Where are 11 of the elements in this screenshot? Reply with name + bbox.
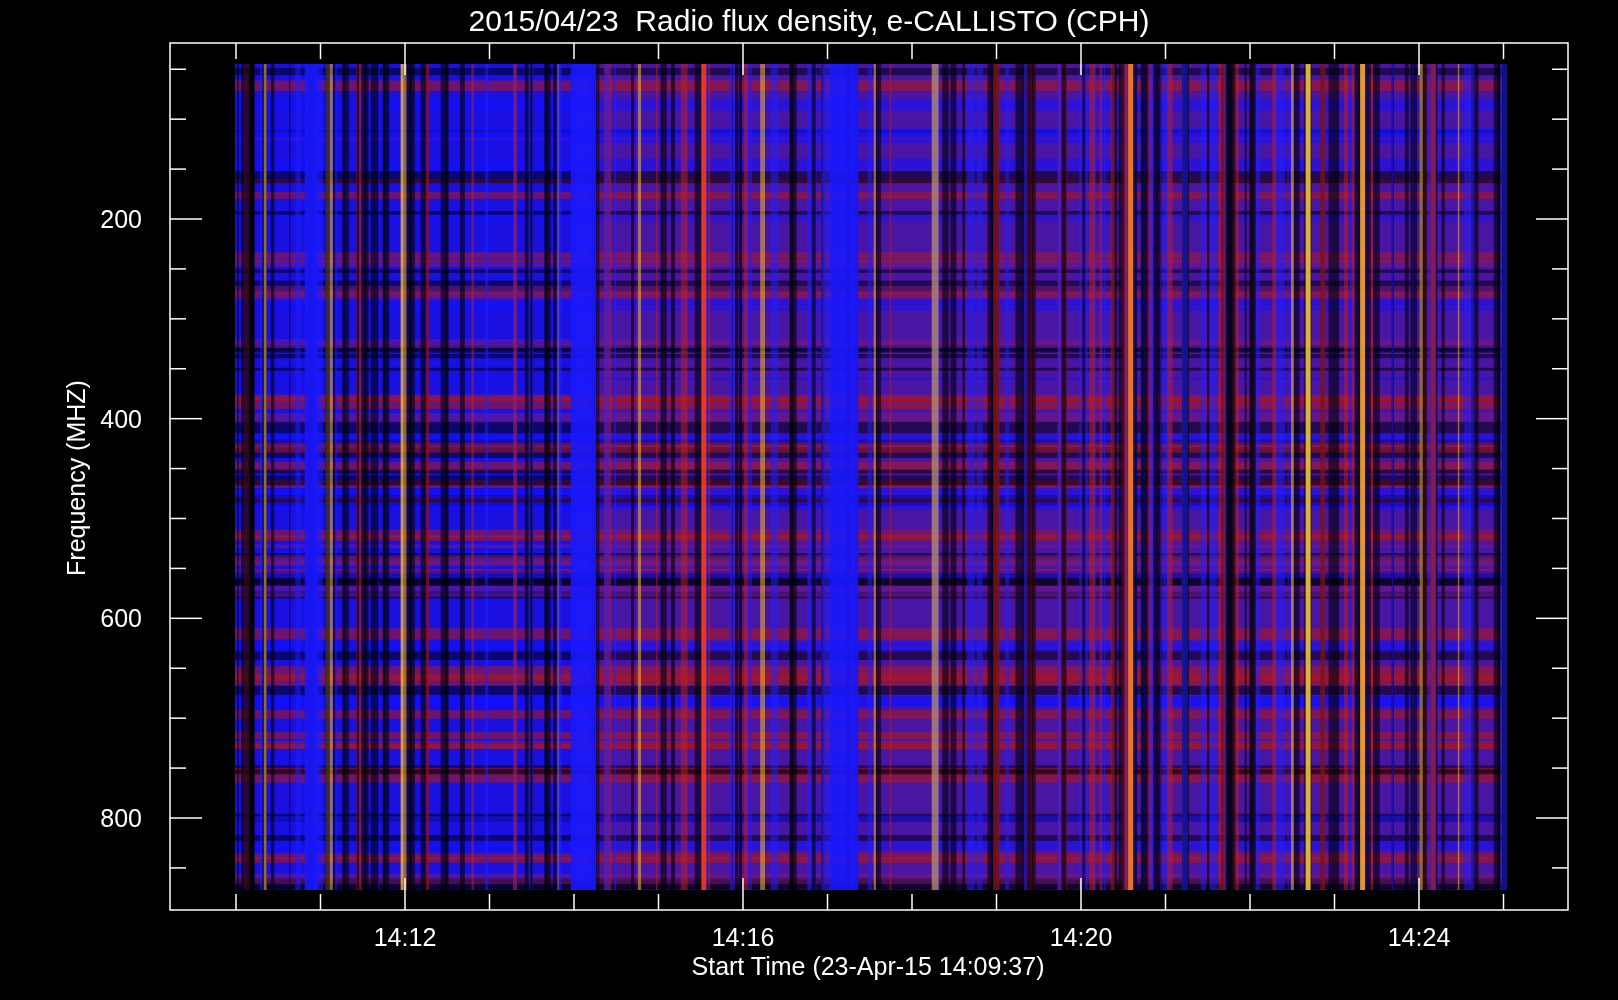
plot-title: 2015/04/23 Radio flux density, e-CALLISTO (CPH) — [468, 4, 1150, 37]
y-tick-label: 200 — [100, 205, 142, 233]
x-tick-label: 14:12 — [373, 923, 437, 951]
x-tick-label: 14:20 — [1049, 923, 1113, 951]
y-tick-label: 400 — [100, 404, 142, 433]
y-tick-label: 600 — [100, 604, 142, 633]
y-axis-label: Frequency (MHZ) — [62, 380, 90, 576]
x-axis-label: Start Time (23-Apr-15 14:09:37) — [691, 952, 1045, 980]
x-tick-label: 14:24 — [1387, 923, 1451, 951]
x-tick-label: 14:16 — [711, 923, 775, 951]
y-tick-label: 800 — [100, 804, 142, 833]
